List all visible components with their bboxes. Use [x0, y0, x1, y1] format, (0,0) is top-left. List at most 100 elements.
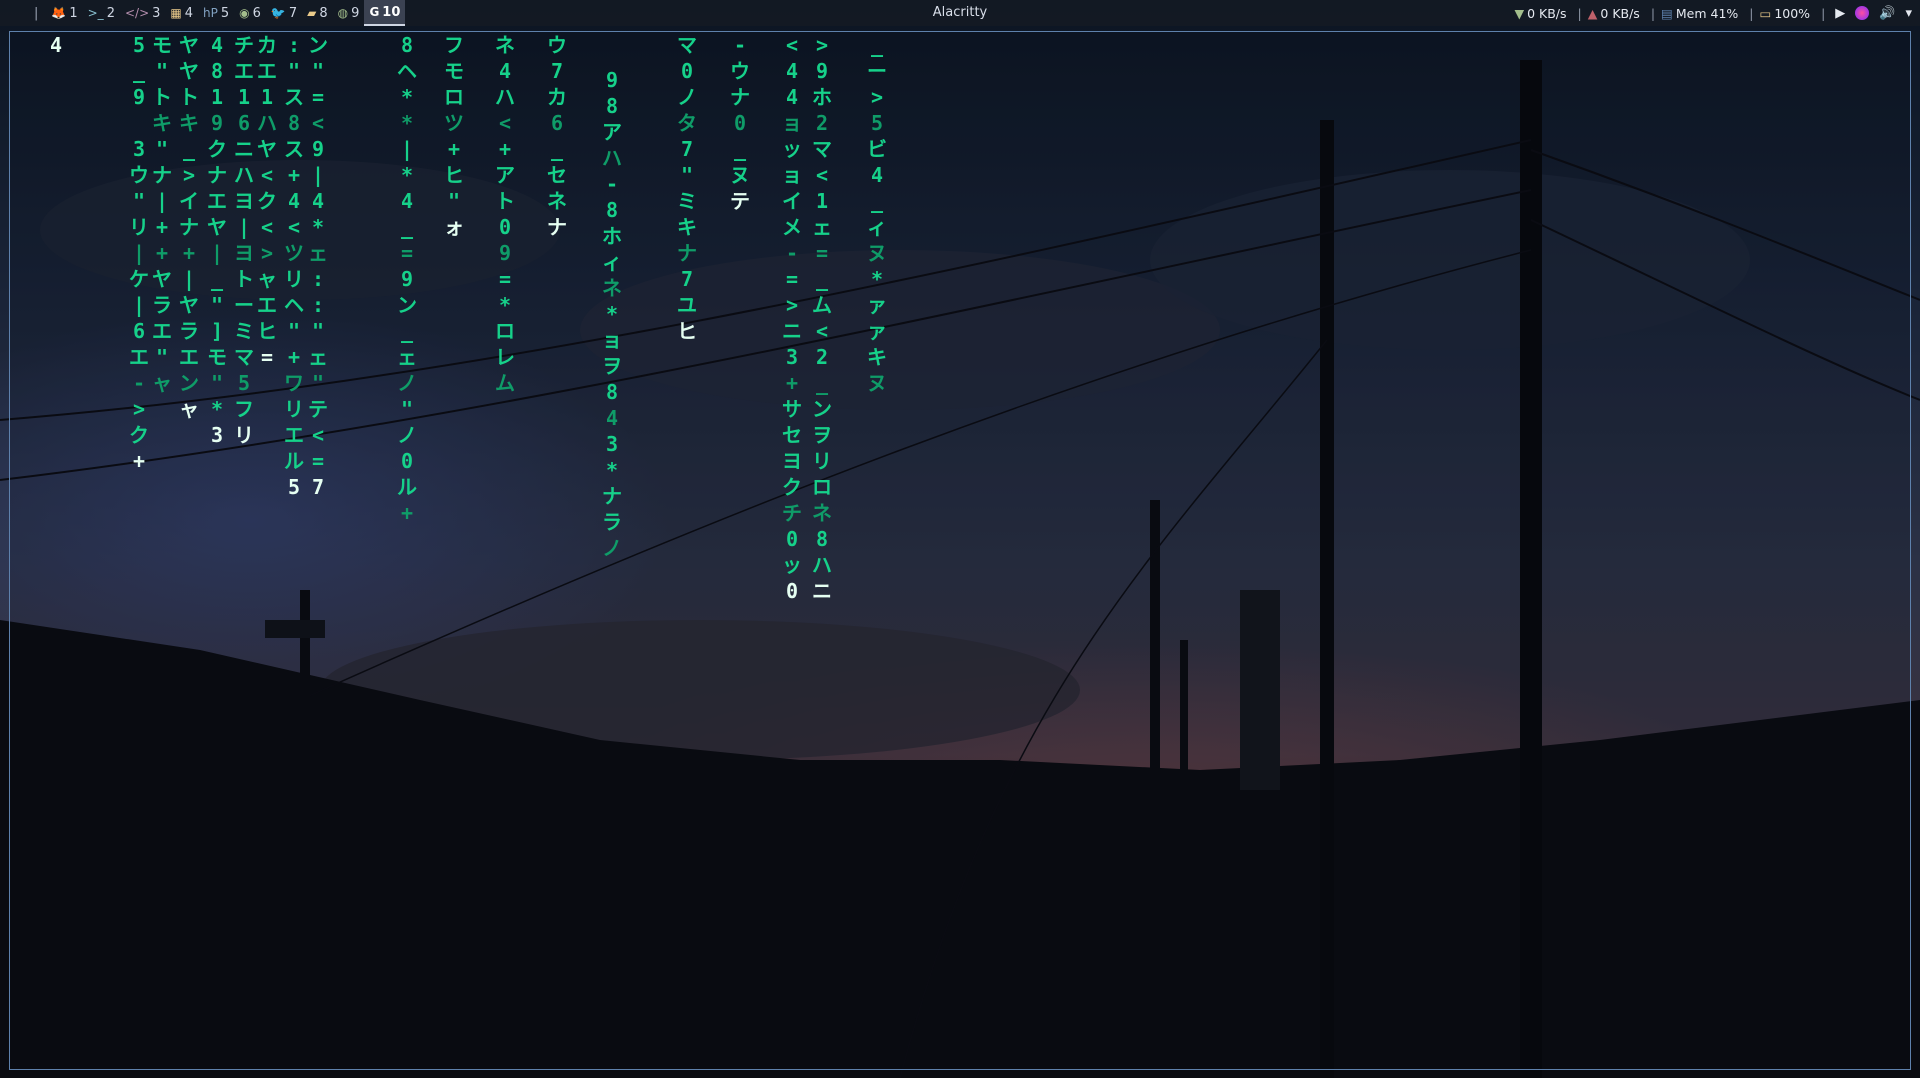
matrix-glyph: サ [782, 397, 802, 421]
matrix-glyph: タ [677, 111, 697, 135]
matrix-glyph: キ [677, 215, 697, 239]
matrix-glyph: * [605, 302, 619, 326]
workspace-number: 6 [252, 5, 261, 21]
matrix-column: チエ 1 6 ニハヨ | ヨトーミマ 5 フリ [232, 32, 256, 448]
matrix-glyph: 0 [498, 215, 512, 239]
matrix-glyph: | [400, 137, 414, 161]
matrix-glyph: _ [815, 371, 829, 395]
matrix-glyph: カ [547, 85, 567, 109]
workspace-number: 1 [69, 5, 78, 21]
matrix-glyph: ミ [234, 319, 254, 343]
matrix-glyph: ネ [495, 33, 515, 57]
matrix-glyph: モ [207, 345, 227, 369]
workspace-5[interactable]: hP 5 [198, 0, 234, 26]
matrix-glyph: ヘ [284, 293, 304, 317]
matrix-glyph: ー [234, 293, 254, 317]
matrix-column: マ 0 ノタ 7 " ミキナ 7 ユヒ [675, 32, 699, 344]
matrix-glyph: * [210, 397, 224, 421]
workspace-6[interactable]: ◉ 6 [234, 0, 266, 26]
matrix-glyph: " [680, 163, 694, 187]
matrix-glyph: = [815, 241, 829, 265]
matrix-glyph: メ [782, 215, 802, 239]
matrix-glyph: レ [495, 345, 515, 369]
matrix-glyph: ツ [284, 241, 304, 265]
matrix-glyph: = [400, 241, 414, 265]
matrix-glyph: ツ [444, 111, 464, 135]
matrix-glyph: : [287, 33, 301, 57]
matrix-glyph: ナ [547, 215, 567, 239]
matrix-glyph: ハ [495, 85, 515, 109]
matrix-glyph: 3 [605, 432, 619, 456]
matrix-glyph: ] [210, 319, 224, 343]
matrix-glyph: < [311, 111, 325, 135]
matrix-glyph: ヌ [867, 371, 887, 395]
matrix-glyph: - [733, 33, 747, 57]
matrix-glyph: = [785, 267, 799, 291]
workspace-number: 9 [351, 5, 360, 21]
matrix-column: <4 4 ョッョイメ - = > ニ 3 + サセヨクチ 0 ッ 0 [780, 32, 804, 604]
matrix-glyph: < [260, 163, 274, 187]
workspace-9[interactable]: ◍ 9 [333, 0, 365, 26]
alacritty-terminal-window[interactable]: 4 5 _ 9 3 ウ " リ | ケ | 6 エ - > ク + モ " トキ " ナ | + + ヤラエ " ャヤヤトキ _ > イナ… [9, 31, 1911, 1070]
matrix-glyph: ナ [179, 215, 199, 239]
matrix-glyph: * [498, 293, 512, 317]
matrix-glyph: モ [444, 59, 464, 83]
volume-icon[interactable]: 🔊 [1879, 6, 1895, 21]
matrix-glyph: = [498, 267, 512, 291]
matrix-glyph: | [237, 215, 251, 239]
matrix-rain-output: 4 5 _ 9 3 ウ " リ | ケ | 6 エ - > ク + モ " トキ " ナ | + + ヤラエ " ャヤヤトキ _ > イナ… [10, 32, 1910, 1069]
matrix-glyph: < [815, 163, 829, 187]
workspace-8[interactable]: ▰ 8 [302, 0, 333, 26]
matrix-glyph: カ [257, 33, 277, 57]
matrix-glyph: ェ [397, 345, 417, 369]
matrix-column: _ ー >5 ビ 4 _ ィヌ * ァァキヌ [865, 32, 889, 396]
matrix-glyph: ク [257, 189, 277, 213]
matrix-glyph: 6 [132, 319, 146, 343]
matrix-glyph: 8 [287, 111, 301, 135]
matrix-glyph: ァ [867, 319, 887, 343]
matrix-glyph: ィ [867, 215, 887, 239]
matrix-glyph: 9 [210, 111, 224, 135]
matrix-glyph: ヤ [179, 293, 199, 317]
matrix-glyph: | [210, 241, 224, 265]
matrix-glyph: " [155, 137, 169, 161]
media-play-icon[interactable]: ▶ [1835, 6, 1845, 21]
workspace-2[interactable]: >_ 2 [83, 0, 120, 26]
matrix-glyph: セ [782, 423, 802, 447]
matrix-glyph: 2 [815, 345, 829, 369]
status-modules: ▼ 0 KB/s | ▲ 0 KB/s | ▤ Mem 41% | ▭ 100%… [1514, 0, 1912, 26]
matrix-glyph: ナ [730, 85, 750, 109]
matrix-glyph: _ [210, 267, 224, 291]
network-upload: ▲ 0 KB/s | [1588, 6, 1655, 21]
matrix-glyph: ェ [812, 215, 832, 239]
matrix-glyph: 7 [311, 475, 325, 499]
wifi-icon[interactable]: ▾ [1905, 6, 1912, 21]
matrix-glyph: リ [129, 215, 149, 239]
workspace-3[interactable]: </> 3 [120, 0, 165, 26]
matrix-glyph: チ [234, 33, 254, 57]
matrix-glyph: ロ [444, 85, 464, 109]
workspace-1[interactable]: 🦊 1 [46, 0, 82, 26]
battery-module: ▭ 100% | [1760, 6, 1826, 21]
memory-icon: ▤ [1661, 5, 1673, 21]
matrix-glyph: エ [207, 189, 227, 213]
workspace-7[interactable]: 🐦 7 [266, 0, 302, 26]
matrix-glyph: ナ [677, 241, 697, 265]
matrix-glyph: ウ [129, 163, 149, 187]
app-tray-icon[interactable] [1855, 6, 1870, 20]
matrix-glyph: エ [257, 59, 277, 83]
matrix-glyph: _ [400, 215, 414, 239]
workspace-10[interactable]: G 10 [364, 0, 406, 26]
matrix-column: 4 8 1 9 クナエヤ | _ "] モ " * 3 [205, 32, 229, 448]
matrix-glyph: ノ [602, 536, 622, 560]
matrix-glyph: + [498, 137, 512, 161]
matrix-glyph: ー [867, 59, 887, 83]
matrix-glyph: ヌ [730, 163, 750, 187]
matrix-glyph: < [785, 33, 799, 57]
firefox-icon: 🦊 [51, 6, 67, 20]
memory-module: ▤ Mem 41% | [1661, 6, 1753, 21]
matrix-glyph: * [400, 85, 414, 109]
matrix-glyph: リ [812, 449, 832, 473]
matrix-glyph: 5 [870, 111, 884, 135]
workspace-4[interactable]: ▦ 4 [165, 0, 198, 26]
